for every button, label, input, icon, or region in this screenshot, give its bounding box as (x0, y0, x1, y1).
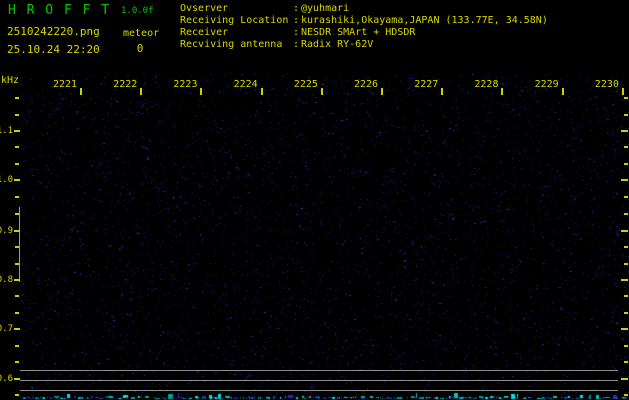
frequency-major-tick-left (14, 179, 20, 181)
frequency-minor-tick-right (624, 163, 628, 165)
frequency-minor-tick-right (624, 361, 628, 363)
db-scale-bar (19, 207, 20, 282)
spectrogram-noise-canvas (0, 0, 629, 400)
frequency-minor-tick-right (624, 196, 628, 198)
frequency-minor-tick-left (15, 97, 19, 99)
frequency-minor-tick-right (624, 295, 628, 297)
frequency-minor-tick-right (624, 263, 628, 265)
reference-line-center (20, 380, 618, 381)
time-tick-label: 2225 (294, 79, 318, 90)
info-row-colon: : (293, 3, 301, 15)
time-tick-mark (562, 88, 564, 95)
info-row-label: Ovserver (180, 3, 293, 15)
frequency-tick-label: 1.1 (0, 125, 13, 137)
frequency-minor-tick-right (624, 97, 628, 99)
frequency-minor-tick-right (624, 146, 628, 148)
time-tick-mark (441, 88, 443, 95)
observation-timestamp: 25.10.24 22:20 (7, 43, 100, 56)
reference-line-lower (20, 390, 618, 391)
info-row-value: @yuhmari (301, 3, 349, 14)
time-tick-mark (200, 88, 202, 95)
time-tick-mark (261, 88, 263, 95)
frequency-minor-tick-left (15, 246, 19, 248)
frequency-minor-tick-left (15, 361, 19, 363)
frequency-major-tick-left (14, 328, 20, 330)
hrofft-spectrogram-screen: H R O F F T 1.0.0f 2510242220.png meteor… (0, 0, 629, 400)
time-tick-label: 2222 (113, 79, 137, 90)
time-tick-mark (501, 88, 503, 95)
station-info-block: Ovserver:@yuhmariReceiving Location:kura… (180, 3, 548, 51)
meteor-counter-label: meteor (123, 28, 159, 39)
frequency-minor-tick-left (15, 345, 19, 347)
frequency-tick-label: 1.0 (0, 174, 13, 186)
time-tick-mark (321, 88, 323, 95)
frequency-major-tick-left (14, 279, 20, 281)
frequency-major-tick-right (621, 179, 628, 181)
info-row-label: Receiver (180, 27, 293, 39)
time-tick-label: 2226 (354, 79, 378, 90)
frequency-minor-tick-right (624, 246, 628, 248)
app-title: H R O F F T (8, 3, 111, 18)
frequency-minor-tick-right (624, 345, 628, 347)
info-row: Receiver:NESDR SMArt + HDSDR (180, 27, 548, 39)
frequency-minor-tick-right (624, 394, 628, 396)
frequency-minor-tick-left (15, 213, 19, 215)
time-tick-mark (622, 88, 624, 95)
time-tick-label: 2228 (474, 79, 498, 90)
info-row-value: Radix RY-62V (301, 39, 373, 50)
frequency-tick-label: 0.6 (0, 373, 13, 385)
frequency-minor-tick-left (15, 295, 19, 297)
frequency-major-tick-right (621, 328, 628, 330)
info-row-label: Recviving antenna (180, 39, 293, 51)
frequency-major-tick-right (621, 230, 628, 232)
frequency-tick-label: 0.9 (0, 225, 13, 237)
frequency-tick-label: 0.8 (0, 274, 13, 286)
info-row: Recviving antenna:Radix RY-62V (180, 39, 548, 51)
frequency-minor-tick-left (15, 163, 19, 165)
frequency-major-tick-left (14, 378, 20, 380)
info-row: Ovserver:@yuhmari (180, 3, 548, 15)
info-row-label: Receiving Location (180, 15, 293, 27)
app-version: 1.0.0f (121, 6, 154, 16)
time-tick-label: 2224 (234, 79, 258, 90)
info-row-colon: : (293, 15, 301, 27)
info-row-colon: : (293, 27, 301, 39)
time-tick-label: 2223 (173, 79, 197, 90)
frequency-major-tick-right (621, 378, 628, 380)
info-row-value: NESDR SMArt + HDSDR (301, 27, 415, 38)
info-row-colon: : (293, 39, 301, 51)
frequency-minor-tick-left (15, 312, 19, 314)
output-filename: 2510242220.png (7, 25, 100, 38)
frequency-minor-tick-left (15, 394, 19, 396)
meteor-counter-value: 0 (122, 42, 158, 55)
frequency-tick-label: 0.7 (0, 323, 13, 335)
frequency-minor-tick-right (624, 213, 628, 215)
time-tick-label: 2227 (414, 79, 438, 90)
frequency-minor-tick-left (15, 196, 19, 198)
frequency-minor-tick-left (15, 114, 19, 116)
time-tick-label: 2229 (535, 79, 559, 90)
reference-line-upper (20, 370, 618, 371)
frequency-major-tick-right (621, 279, 628, 281)
frequency-major-tick-right (621, 130, 628, 132)
time-tick-label: 2221 (53, 79, 77, 90)
frequency-minor-tick-left (15, 263, 19, 265)
info-row-value: kurashiki,Okayama,JAPAN (133.77E, 34.58N… (301, 15, 548, 26)
frequency-major-tick-left (14, 230, 20, 232)
time-tick-mark (140, 88, 142, 95)
frequency-minor-tick-right (624, 114, 628, 116)
time-tick-label: 2230 (595, 79, 619, 90)
info-row: Receiving Location:kurashiki,Okayama,JAP… (180, 15, 548, 27)
frequency-minor-tick-right (624, 312, 628, 314)
frequency-unit-label: kHz (1, 75, 19, 86)
time-tick-mark (381, 88, 383, 95)
frequency-major-tick-left (14, 130, 20, 132)
time-tick-mark (80, 88, 82, 95)
frequency-minor-tick-left (15, 146, 19, 148)
